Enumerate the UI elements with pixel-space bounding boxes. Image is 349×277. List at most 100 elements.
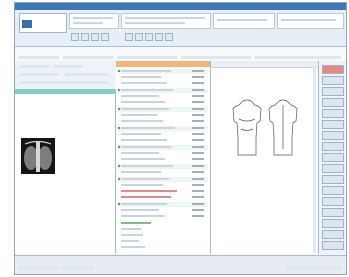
row-text bbox=[121, 234, 143, 236]
tool-button[interactable] bbox=[322, 87, 344, 96]
nav-item[interactable] bbox=[19, 81, 109, 84]
checkbox-icon[interactable] bbox=[118, 89, 120, 91]
list-row[interactable] bbox=[118, 170, 208, 175]
toolbar-button[interactable] bbox=[71, 33, 79, 41]
checkbox-icon[interactable] bbox=[118, 127, 120, 129]
list-row-highlight[interactable] bbox=[118, 195, 208, 200]
list-group-row[interactable] bbox=[118, 202, 208, 207]
window-title bbox=[17, 3, 77, 10]
header-detail-block bbox=[121, 13, 211, 29]
toolbar-button[interactable] bbox=[155, 33, 163, 41]
list-group-row[interactable] bbox=[118, 177, 208, 182]
list-row[interactable] bbox=[118, 157, 208, 162]
record-notes bbox=[19, 99, 111, 129]
list-row[interactable] bbox=[118, 239, 208, 244]
list-row[interactable] bbox=[118, 183, 208, 188]
list-row[interactable] bbox=[118, 214, 208, 219]
body-diagram[interactable] bbox=[229, 99, 305, 157]
tool-button[interactable] bbox=[322, 186, 344, 195]
row-value bbox=[192, 171, 204, 173]
tool-button[interactable] bbox=[322, 164, 344, 173]
checkbox-icon[interactable] bbox=[118, 203, 120, 205]
toolbar-button[interactable] bbox=[81, 33, 89, 41]
list-row[interactable] bbox=[118, 132, 208, 137]
tool-button[interactable] bbox=[322, 219, 344, 228]
list-row[interactable] bbox=[118, 151, 208, 156]
header-right-block bbox=[277, 13, 344, 29]
tool-button[interactable] bbox=[322, 142, 344, 151]
row-value bbox=[192, 70, 204, 72]
row-value bbox=[192, 120, 204, 122]
list-group-row[interactable] bbox=[118, 126, 208, 131]
status-cell bbox=[63, 266, 93, 269]
row-text bbox=[121, 158, 165, 160]
list-row[interactable] bbox=[118, 233, 208, 238]
list-row[interactable] bbox=[118, 81, 208, 86]
list-row[interactable] bbox=[118, 208, 208, 213]
checkbox-icon[interactable] bbox=[118, 165, 120, 167]
list-row[interactable] bbox=[118, 138, 208, 143]
checkbox-icon[interactable] bbox=[118, 108, 120, 110]
item-list-pane bbox=[116, 61, 211, 254]
row-text bbox=[121, 139, 167, 141]
list-group-row[interactable] bbox=[118, 69, 208, 74]
nav-item[interactable] bbox=[19, 65, 49, 68]
row-value bbox=[192, 101, 204, 103]
row-text bbox=[121, 89, 173, 91]
toolbar-button[interactable] bbox=[135, 33, 143, 41]
tool-button[interactable] bbox=[322, 208, 344, 217]
list-group-row[interactable] bbox=[118, 145, 208, 150]
toolbar-button[interactable] bbox=[101, 33, 109, 41]
list-group-row[interactable] bbox=[118, 164, 208, 169]
tool-button[interactable] bbox=[322, 98, 344, 107]
toolbar-button[interactable] bbox=[165, 33, 173, 41]
body-chart-scrollbar[interactable] bbox=[313, 67, 316, 253]
checkbox-icon[interactable] bbox=[118, 70, 120, 72]
row-text bbox=[121, 127, 175, 129]
body-front-icon bbox=[232, 99, 262, 156]
row-text bbox=[121, 120, 163, 122]
nav-item[interactable] bbox=[53, 65, 83, 68]
row-text bbox=[121, 70, 171, 72]
row-value bbox=[192, 190, 204, 192]
list-row[interactable] bbox=[118, 75, 208, 80]
tool-button[interactable] bbox=[322, 241, 344, 250]
status-cell bbox=[19, 266, 59, 269]
checkbox-icon[interactable] bbox=[118, 178, 120, 180]
nav-item[interactable] bbox=[65, 73, 109, 76]
tool-button[interactable] bbox=[322, 175, 344, 184]
nav-item[interactable] bbox=[19, 73, 59, 76]
info-cell bbox=[19, 56, 59, 59]
tool-button[interactable] bbox=[322, 65, 344, 74]
list-row-green[interactable] bbox=[118, 221, 208, 226]
list-row[interactable] bbox=[118, 227, 208, 232]
tool-button[interactable] bbox=[322, 120, 344, 129]
list-row[interactable] bbox=[118, 94, 208, 99]
tool-button[interactable] bbox=[322, 76, 344, 85]
tool-button[interactable] bbox=[322, 131, 344, 140]
toolbar-button[interactable] bbox=[145, 33, 153, 41]
toolbar-button[interactable] bbox=[125, 33, 133, 41]
row-text bbox=[121, 76, 161, 78]
tool-button[interactable] bbox=[322, 197, 344, 206]
list-row[interactable] bbox=[118, 113, 208, 118]
chest-xray-image[interactable] bbox=[21, 138, 55, 174]
row-value bbox=[192, 139, 204, 141]
list-row[interactable] bbox=[118, 100, 208, 105]
tool-button[interactable] bbox=[322, 153, 344, 162]
left-nav bbox=[15, 61, 115, 90]
list-row-highlight[interactable] bbox=[118, 189, 208, 194]
list-group-row[interactable] bbox=[118, 107, 208, 112]
checkbox-icon[interactable] bbox=[118, 146, 120, 148]
row-value bbox=[192, 215, 204, 217]
toolbar-button[interactable] bbox=[91, 33, 99, 41]
list-group-row[interactable] bbox=[118, 88, 208, 93]
row-value bbox=[192, 108, 204, 110]
chest-xray-graphic bbox=[21, 138, 55, 174]
list-row[interactable] bbox=[118, 119, 208, 124]
list-row[interactable] bbox=[118, 245, 208, 250]
tool-button[interactable] bbox=[322, 109, 344, 118]
tool-button[interactable] bbox=[322, 230, 344, 239]
info-cell bbox=[255, 56, 341, 59]
row-value bbox=[192, 203, 204, 205]
